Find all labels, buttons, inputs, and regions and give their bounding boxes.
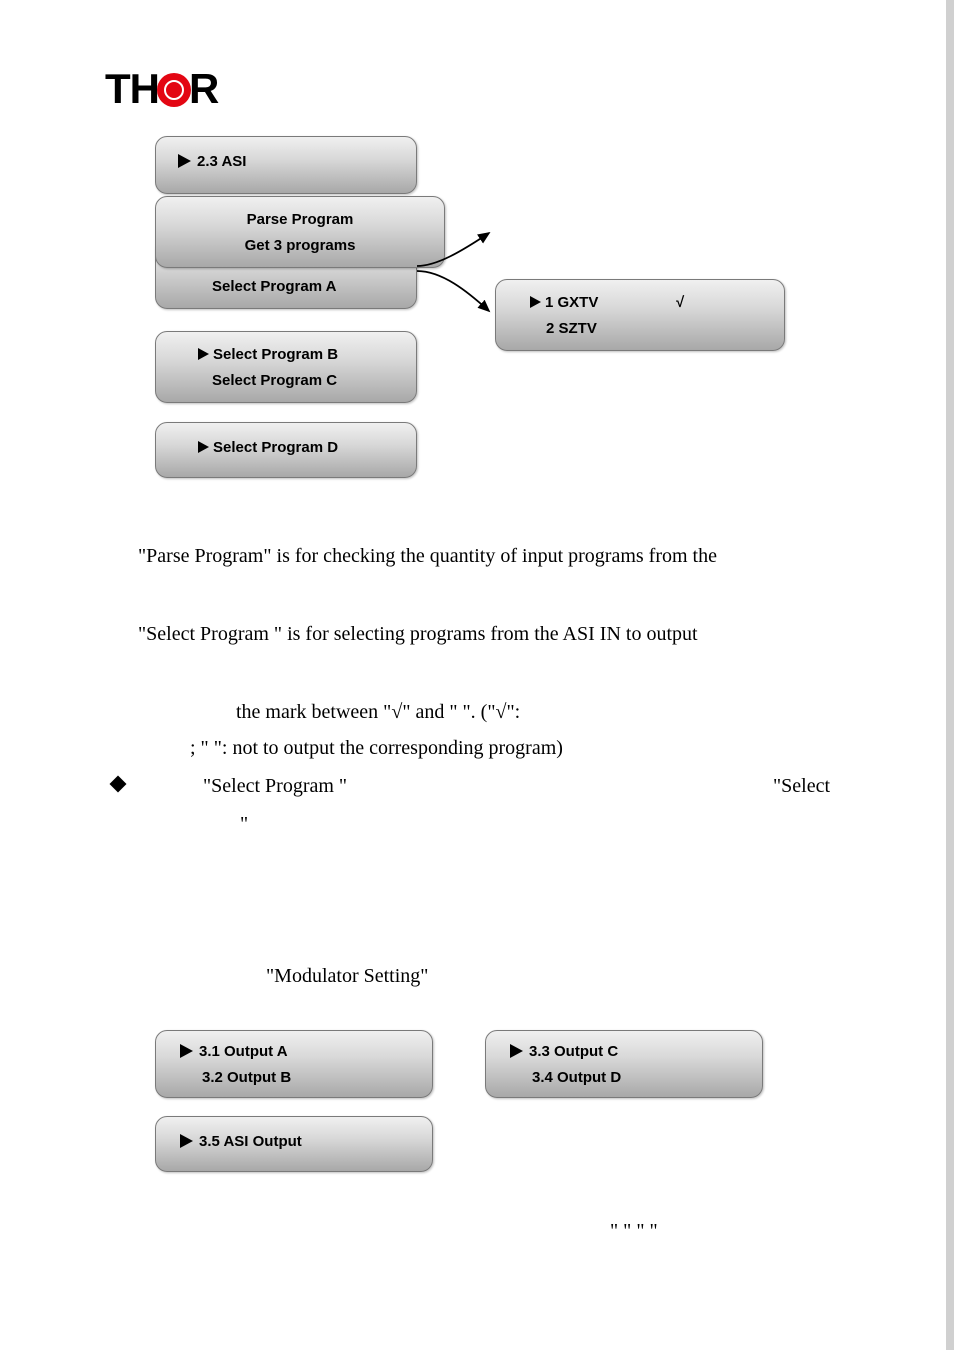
paragraph-parse: "Parse Program" is for checking the quan… bbox=[138, 540, 818, 572]
modulator-setting-text: "Modulator Setting" bbox=[266, 960, 428, 992]
connector-arrow-down bbox=[417, 266, 497, 326]
logo-right: R bbox=[189, 65, 218, 112]
box-asi: 2.3 ASI bbox=[155, 136, 417, 194]
output-d-label: 3.4 Output D bbox=[532, 1069, 621, 1086]
get-programs-label: Get 3 programs bbox=[156, 237, 444, 254]
logo-left: TH bbox=[105, 65, 159, 112]
channel-2-label: 2 SZTV bbox=[546, 320, 597, 337]
box-select-d: Select Program D bbox=[155, 422, 417, 478]
logo: TH R bbox=[105, 65, 218, 113]
play-triangle-icon bbox=[180, 1044, 193, 1058]
box-asi-label: 2.3 ASI bbox=[197, 153, 246, 170]
play-triangle-icon bbox=[178, 154, 191, 168]
box-select-bc: Select Program B Select Program C bbox=[155, 331, 417, 403]
parse-program-title: Parse Program bbox=[156, 211, 444, 228]
select-program-c-label: Select Program C bbox=[212, 372, 337, 389]
play-triangle-icon bbox=[198, 348, 209, 360]
box-parse-result: Parse Program Get 3 programs bbox=[155, 196, 445, 268]
asi-output-label: 3.5 ASI Output bbox=[199, 1133, 302, 1150]
box-channels: 1 GXTV √ 2 SZTV bbox=[495, 279, 785, 351]
paragraph-mark-2: ; " ": not to output the corresponding p… bbox=[190, 732, 790, 764]
channel-1-label: 1 GXTV bbox=[545, 294, 598, 311]
bullet-line: "Select Program " "Select bbox=[112, 770, 832, 802]
play-triangle-icon bbox=[530, 296, 541, 308]
paragraph-select: "Select Program " is for selecting progr… bbox=[138, 618, 818, 650]
diagram-asi-flow: 2.3 ASI Parse Program Select Program A S… bbox=[155, 136, 815, 506]
bullet-line-cont: " bbox=[240, 808, 248, 840]
check-mark-icon: √ bbox=[676, 294, 684, 311]
play-triangle-icon bbox=[510, 1044, 523, 1058]
diamond-bullet-icon bbox=[110, 776, 127, 793]
play-triangle-icon bbox=[180, 1134, 193, 1148]
select-program-d-label: Select Program D bbox=[213, 439, 338, 456]
select-program-b-label: Select Program B bbox=[213, 346, 338, 363]
play-triangle-icon bbox=[198, 441, 209, 453]
box-asi-output: 3.5 ASI Output bbox=[155, 1116, 433, 1172]
output-a-label: 3.1 Output A bbox=[199, 1043, 288, 1060]
output-c-label: 3.3 Output C bbox=[529, 1043, 618, 1060]
select-program-a-label: Select Program A bbox=[212, 278, 337, 295]
box-output-ab: 3.1 Output A 3.2 Output B bbox=[155, 1030, 433, 1098]
paragraph-mark: the mark between "√" and " ". ("√": bbox=[236, 696, 796, 728]
box-output-cd: 3.3 Output C 3.4 Output D bbox=[485, 1030, 763, 1098]
trailing-quotes: " " " " bbox=[610, 1215, 658, 1247]
logo-globe-icon bbox=[157, 73, 191, 107]
output-b-label: 3.2 Output B bbox=[202, 1069, 291, 1086]
